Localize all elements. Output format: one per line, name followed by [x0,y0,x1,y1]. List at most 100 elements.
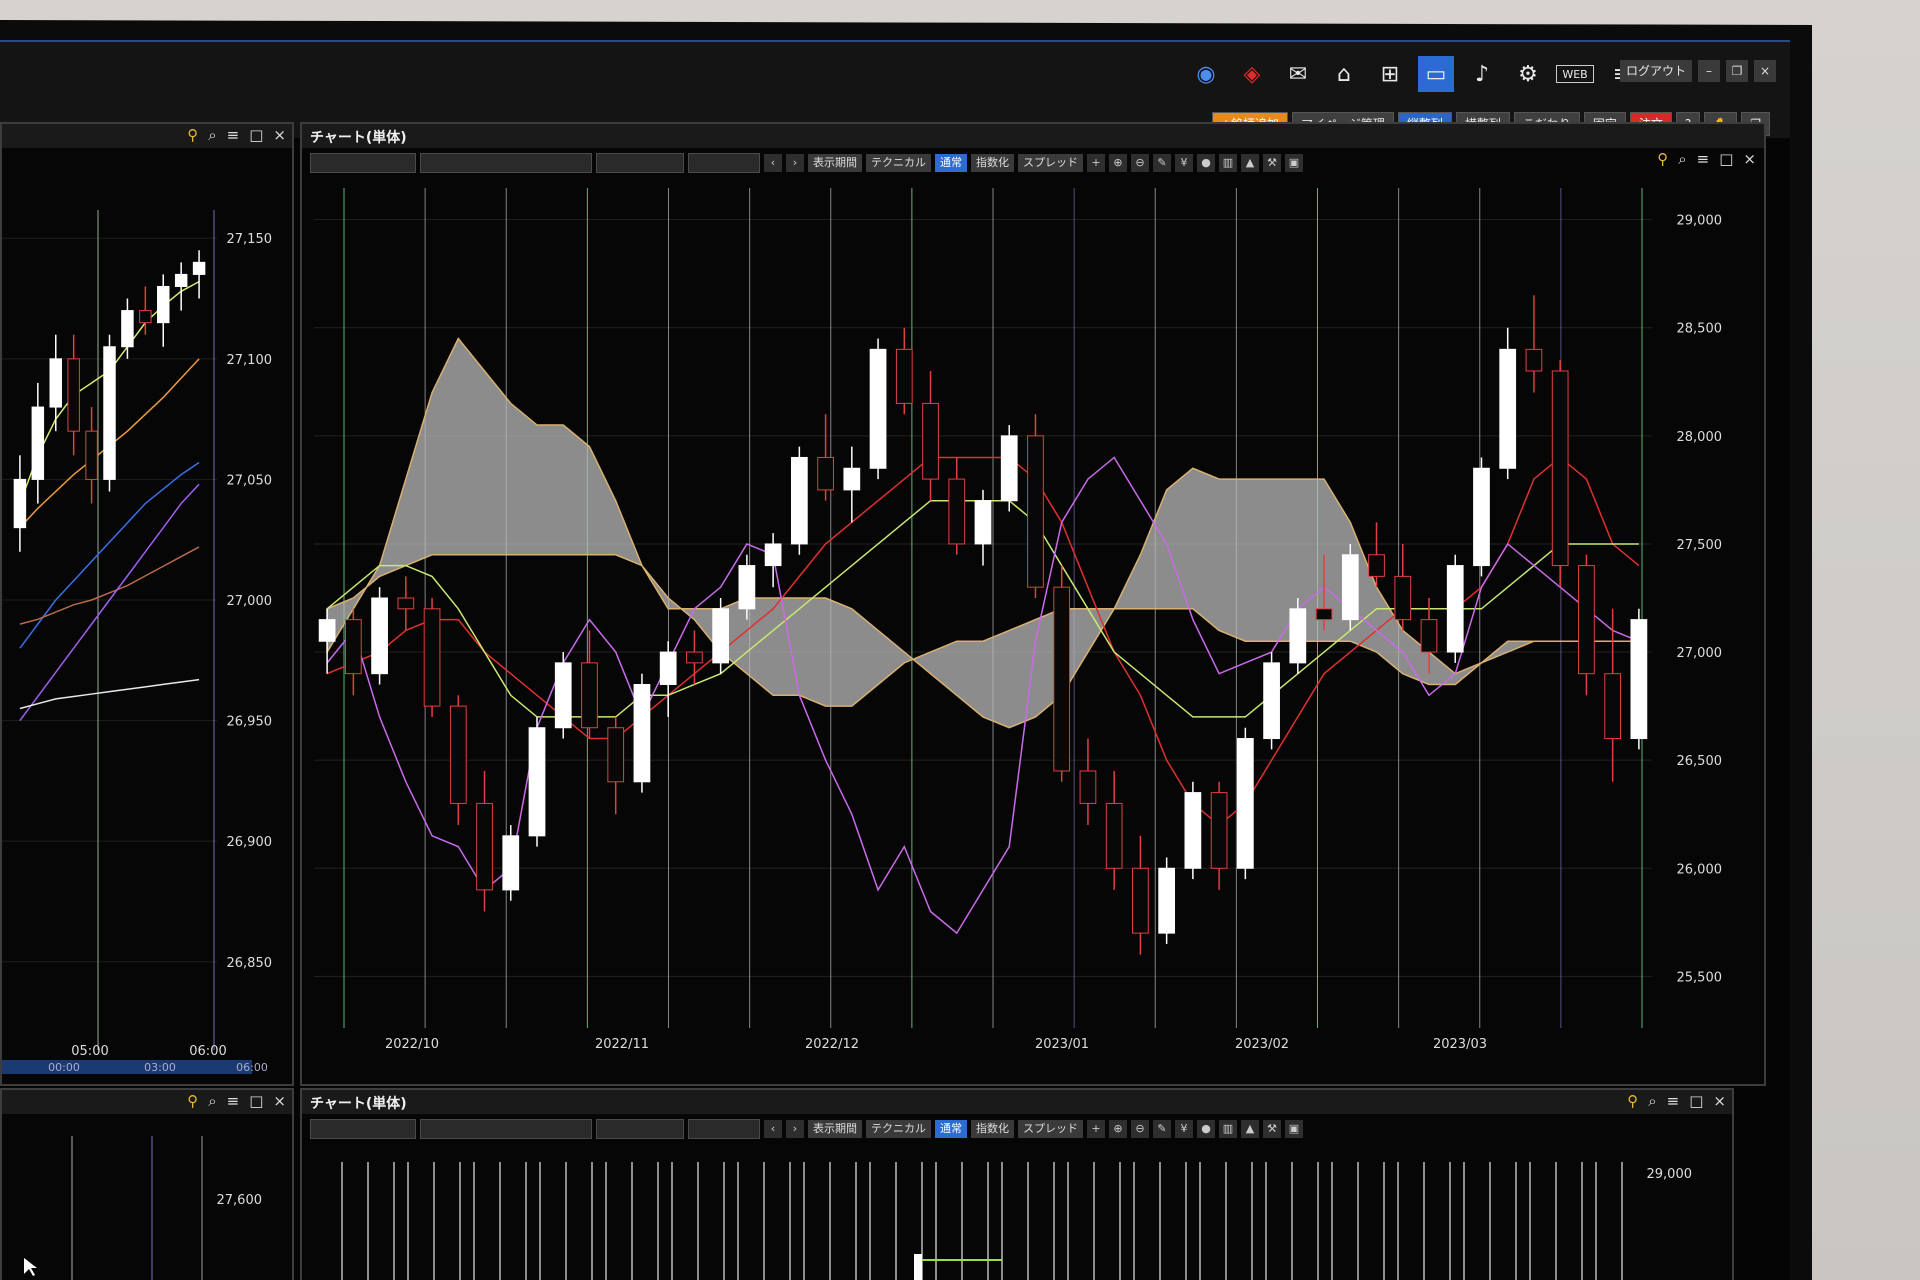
index-button[interactable]: 指数化 [971,1120,1014,1138]
candle-body [31,406,45,480]
list-icon[interactable]: ≡ [1697,150,1710,168]
link-icon[interactable]: ⚲ [1657,150,1668,168]
symbol-select[interactable] [310,153,416,173]
close-icon[interactable]: × [1743,150,1756,168]
zoom-in-icon[interactable]: ⊕ [1109,154,1127,172]
panel-header: チャート(単体) ⚲ ⌕ ≡ □ × [302,1090,1732,1114]
web-icon[interactable]: WEB [1556,65,1594,83]
candle-body [502,835,520,891]
zoom-out-icon[interactable]: ⊖ [1131,154,1149,172]
circle-icon[interactable]: ● [1197,1120,1215,1138]
close-icon[interactable]: × [1713,1092,1726,1110]
next-icon[interactable]: › [786,154,804,172]
add-window-icon[interactable]: ⊞ [1372,56,1408,92]
candle-body [738,565,756,610]
wrench-icon[interactable]: ⚒ [1263,154,1281,172]
link-icon[interactable]: ⚲ [1627,1092,1638,1110]
symbol-select[interactable] [310,1119,416,1139]
maximize-icon[interactable]: □ [1719,150,1733,168]
search-icon[interactable]: ⌕ [208,1092,216,1110]
wrench-icon[interactable]: ⚒ [1263,1120,1281,1138]
search-icon[interactable]: ⌕ [1648,1092,1656,1110]
area-chart-icon[interactable]: ▲ [1241,1120,1259,1138]
crosshair-icon[interactable]: + [1087,1120,1105,1138]
gear-icon[interactable]: ⚙ [1510,56,1546,92]
technical-button[interactable]: テクニカル [866,1120,931,1138]
maximize-icon[interactable]: □ [249,126,263,144]
candle-body [67,358,80,432]
search-icon[interactable]: ⌕ [1678,150,1686,168]
maximize-icon[interactable]: □ [249,1092,263,1110]
link-icon[interactable]: ⚲ [187,126,198,144]
index-button[interactable]: 指数化 [971,154,1014,172]
list-icon[interactable]: ≡ [227,1092,240,1110]
circle-icon[interactable]: ● [1197,154,1215,172]
search-icon[interactable]: ⌕ [208,126,216,144]
candle-body [1525,348,1543,372]
zoom-in-icon[interactable]: ⊕ [1109,1120,1127,1138]
display-period-button[interactable]: 表示期間 [808,154,862,172]
candle-body [1604,673,1622,740]
save-icon[interactable]: ▣ [1285,154,1303,172]
interval-select[interactable] [688,153,760,173]
zoom-out-icon[interactable]: ⊖ [1131,1120,1149,1138]
daily-candlestick-chart[interactable]: 29,000 28,500 28,000 27,500 27,000 26,500 26,0… [302,178,1760,1078]
y-tick-label: 28,500 [1677,322,1723,337]
candle-body [914,1254,922,1280]
normal-button[interactable]: 通常 [935,1120,967,1138]
pen-icon[interactable]: ✎ [1153,154,1171,172]
x-tick-label: 06:00 [189,1044,226,1059]
period-select[interactable] [596,153,684,173]
market-select[interactable] [420,153,592,173]
bell-icon[interactable]: ♪ [1464,56,1500,92]
spread-button[interactable]: スプレッド [1018,154,1083,172]
chart-icon[interactable]: ◉ [1188,56,1224,92]
link-icon[interactable]: ⚲ [187,1092,198,1110]
technical-button[interactable]: テクニカル [866,154,931,172]
candle-body [157,285,170,324]
yen-icon[interactable]: ¥ [1175,154,1193,172]
candle-body [1079,770,1097,804]
spread-button[interactable]: スプレッド [1018,1120,1083,1138]
close-icon[interactable]: × [273,1092,286,1110]
bottom-chart[interactable]: 29,000 [302,1144,1728,1280]
bottom-left-chart[interactable]: 27,600 [2,1116,288,1280]
list-icon[interactable]: ≡ [1667,1092,1680,1110]
trend-icon[interactable]: ◈ [1234,56,1270,92]
save-icon[interactable]: ▣ [1285,1120,1303,1138]
layout-icon[interactable]: ▭ [1418,56,1454,92]
restore-button[interactable]: ❐ [1726,60,1748,82]
next-icon[interactable]: › [786,1120,804,1138]
maximize-icon[interactable]: □ [1689,1092,1703,1110]
candle-body [423,608,441,707]
panel-header: チャート(単体) [302,124,1764,148]
candle-body [1053,586,1071,772]
logout-button[interactable]: ログアウト [1619,60,1692,82]
y-tick-label: 26,950 [227,715,273,730]
area-chart-icon[interactable]: ▲ [1241,154,1259,172]
period-select[interactable] [596,1119,684,1139]
minimize-button[interactable]: – [1698,60,1720,82]
candle-body [103,346,116,480]
intraday-chart[interactable]: 27,150 27,100 27,050 27,000 26,950 26,900 26,8… [2,150,288,1080]
normal-button[interactable]: 通常 [935,154,967,172]
message-icon[interactable]: ✉ [1280,56,1316,92]
prev-icon[interactable]: ‹ [764,1120,782,1138]
interval-select[interactable] [688,1119,760,1139]
pen-icon[interactable]: ✎ [1153,1120,1171,1138]
list-icon[interactable]: ≡ [227,126,240,144]
close-button[interactable]: × [1754,60,1776,82]
prev-icon[interactable]: ‹ [764,154,782,172]
close-icon[interactable]: × [273,126,286,144]
monitor-screen: ◉ ◈ ✉ ⌂ ⊞ ▭ ♪ ⚙ WEB ≡ ログアウト – ❐ × +銘柄追加 … [0,40,1790,1280]
market-select[interactable] [420,1119,592,1139]
candle-body [1551,370,1569,567]
display-period-button[interactable]: 表示期間 [808,1120,862,1138]
y-tick-label: 27,600 [217,1193,263,1208]
crosshair-icon[interactable]: + [1087,154,1105,172]
bar-chart-icon[interactable]: ▥ [1219,1120,1237,1138]
panel-title: チャート(単体) [310,1096,407,1112]
yen-icon[interactable]: ¥ [1175,1120,1193,1138]
bar-chart-icon[interactable]: ▥ [1219,154,1237,172]
home-icon[interactable]: ⌂ [1326,56,1362,92]
